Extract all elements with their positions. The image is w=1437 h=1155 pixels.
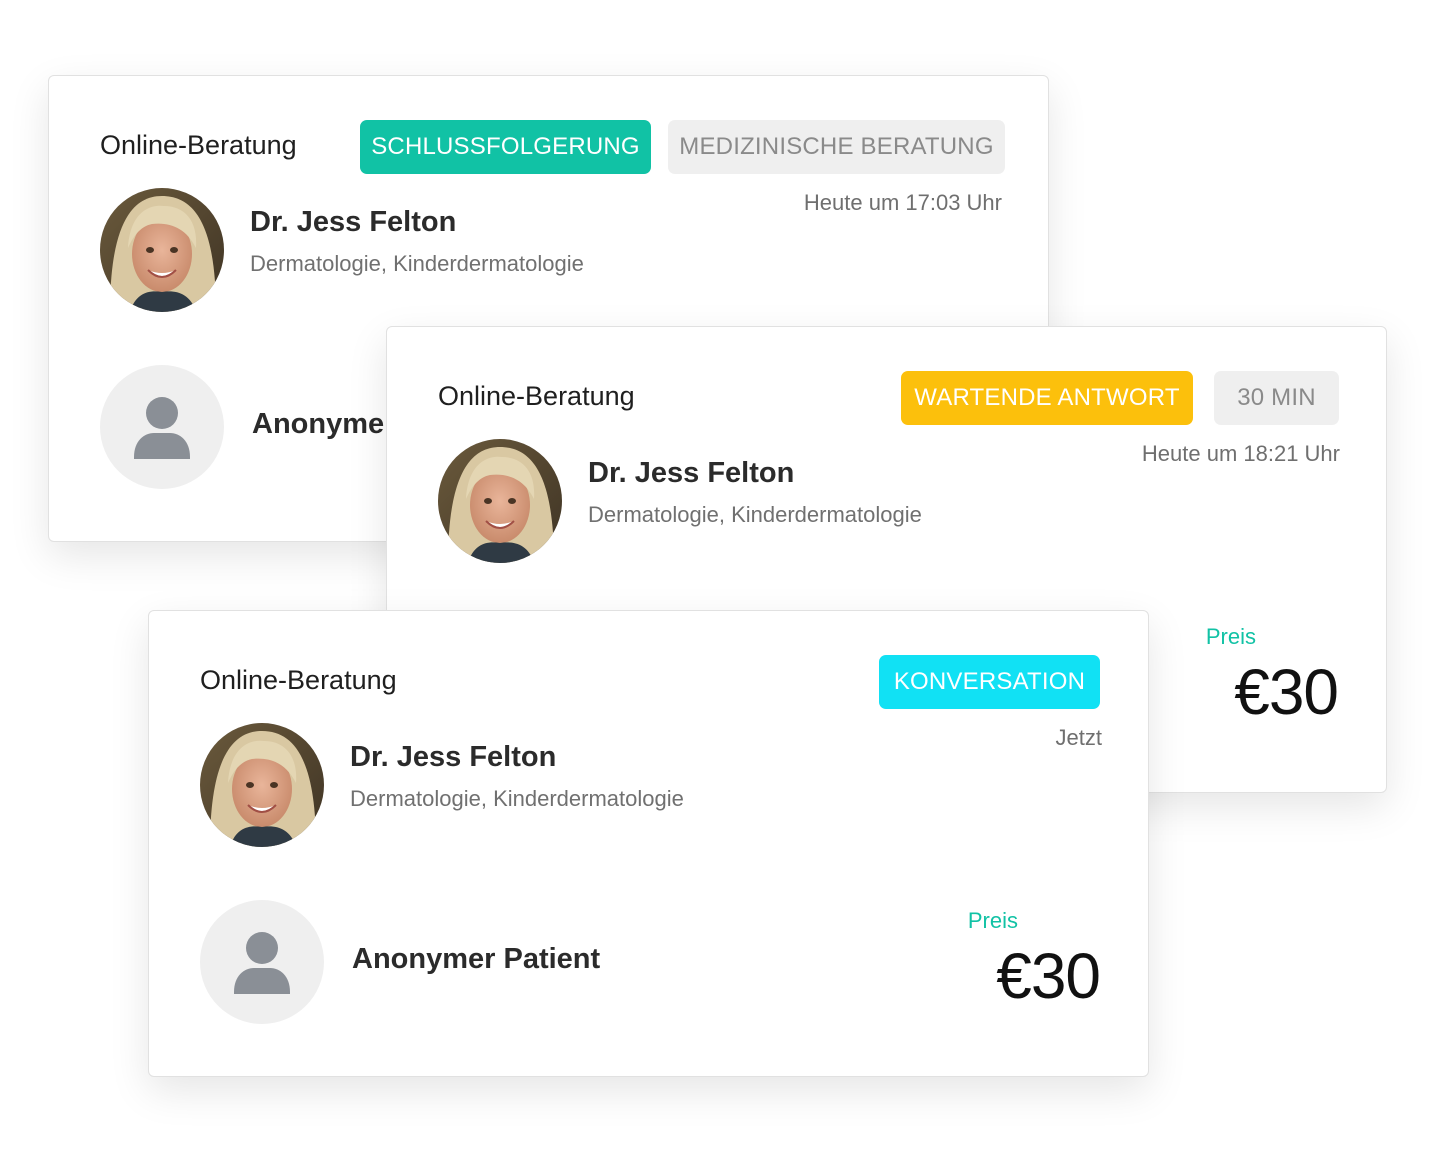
consultation-card-conversation[interactable]: Online-Beratung KONVERSATION Jetzt Dr. J… — [148, 610, 1149, 1077]
price-label: Preis — [967, 908, 1018, 933]
doctor-name: Dr. Jess Felton — [250, 206, 457, 238]
doctor-specialty: Dermatologie, Kinderdermatologie — [250, 251, 584, 276]
timestamp: Heute um 17:03 Uhr — [803, 190, 1002, 215]
price-value: €30 — [1234, 656, 1339, 728]
doctor-avatar — [438, 439, 562, 563]
patient-name: Anonymer Patient — [352, 943, 601, 975]
doctor-avatar — [100, 188, 224, 312]
patient-avatar — [100, 365, 224, 489]
timestamp: Jetzt — [1055, 725, 1102, 750]
card-title: Online-Beratung — [200, 665, 397, 695]
doctor-photo — [100, 188, 224, 312]
status-badge-conversation: KONVERSATION — [879, 655, 1100, 709]
type-badge-medical-consultation: MEDIZINISCHE BERATUNG — [668, 120, 1005, 174]
price-value: €30 — [996, 940, 1101, 1012]
doctor-name: Dr. Jess Felton — [588, 457, 795, 489]
doctor-specialty: Dermatologie, Kinderdermatologie — [588, 502, 922, 527]
card-title: Online-Beratung — [100, 130, 297, 160]
price-label: Preis — [1205, 624, 1256, 649]
doctor-photo — [200, 723, 324, 847]
duration-badge: 30 MIN — [1214, 371, 1339, 425]
doctor-avatar — [200, 723, 324, 847]
user-icon — [200, 900, 324, 1024]
doctor-name: Dr. Jess Felton — [350, 741, 557, 773]
status-badge-awaiting-response: WARTENDE ANTWORT — [901, 371, 1193, 425]
doctor-photo — [438, 439, 562, 563]
timestamp: Heute um 18:21 Uhr — [1141, 441, 1340, 466]
user-icon — [100, 365, 224, 489]
status-badge-conclusion: SCHLUSSFOLGERUNG — [360, 120, 651, 174]
card-title: Online-Beratung — [438, 381, 635, 411]
patient-avatar — [200, 900, 324, 1024]
doctor-specialty: Dermatologie, Kinderdermatologie — [350, 786, 684, 811]
